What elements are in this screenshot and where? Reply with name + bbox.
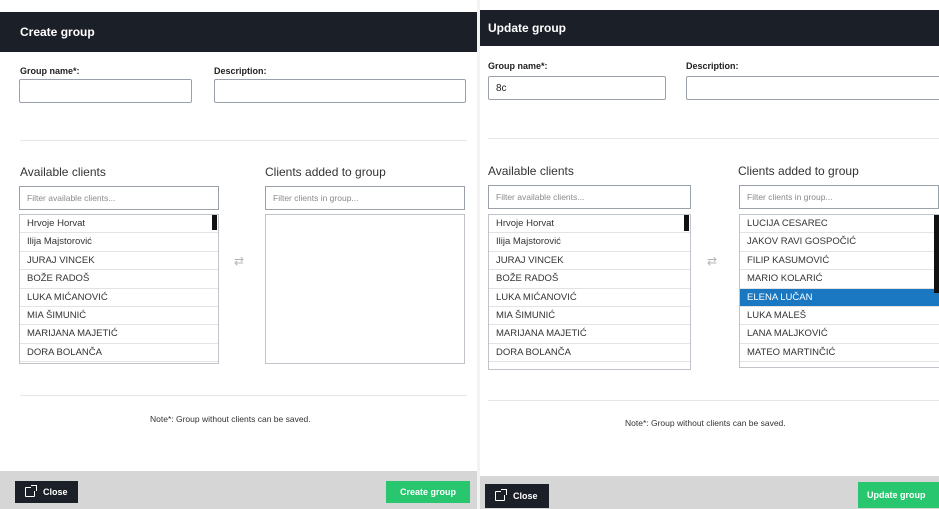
added-clients-title: Clients added to group	[265, 165, 386, 179]
description-label: Description:	[686, 61, 739, 71]
list-item[interactable]: Hrvoje Horvat	[20, 215, 218, 234]
list-item[interactable]: MARIJANA MAJETIĆ	[489, 325, 690, 344]
close-button-label: Close	[513, 491, 538, 501]
scrollbar-thumb[interactable]	[684, 215, 689, 231]
scrollbar-thumb[interactable]	[212, 215, 217, 230]
list-item[interactable]: Ilija Majstorović	[20, 233, 218, 252]
dialog-title: Create group	[20, 25, 95, 39]
group-name-input[interactable]	[19, 79, 192, 103]
list-item[interactable]: LANA MALJKOVIĆ	[740, 325, 939, 344]
available-filter-input[interactable]: Filter available clients...	[488, 185, 691, 209]
list-item[interactable]: JURAJ VINCEK	[489, 252, 690, 271]
swap-arrows-icon: ⇄	[707, 254, 718, 268]
list-item[interactable]: LUKA MIĆANOVIĆ	[489, 289, 690, 307]
group-name-label: Group name*:	[20, 66, 80, 76]
update-group-button-label: Update group	[867, 490, 926, 500]
list-item[interactable]: MARIO KOLARIĆ	[740, 270, 939, 289]
list-item[interactable]: Hrvoje Horvat	[489, 215, 690, 234]
added-clients-list[interactable]: LUCIJA CESAREC JAKOV RAVI GOSPOČIĆ FILIP K…	[739, 214, 939, 368]
list-item[interactable]: DORA BOLANČA	[489, 344, 690, 363]
close-button[interactable]: Close	[485, 484, 549, 508]
list-item[interactable]: MIA ŠIMUNIĆ	[20, 307, 218, 326]
list-item[interactable]: DORA BOLANČA	[20, 344, 218, 363]
added-clients-list[interactable]	[265, 214, 465, 364]
available-clients-list[interactable]: Hrvoje Horvat Ilija Majstorović JURAJ VINC…	[488, 214, 691, 370]
close-button-label: Close	[43, 487, 68, 497]
external-link-icon	[495, 489, 507, 501]
available-filter-input[interactable]: Filter available clients...	[19, 186, 219, 210]
added-clients-title: Clients added to group	[738, 164, 859, 178]
list-item[interactable]: BOŽE RADOŠ	[489, 270, 690, 289]
dialog-header: Update group	[480, 10, 939, 46]
list-item[interactable]: MATEO MARTINČIĆ	[740, 344, 939, 363]
create-group-button-label: Create group	[399, 487, 456, 497]
available-clients-title: Available clients	[20, 165, 106, 179]
external-link-icon	[25, 485, 37, 497]
create-group-button[interactable]: Create group	[386, 481, 470, 503]
dialog-header: Create group	[0, 12, 477, 52]
swap-arrows-icon: ⇄	[234, 254, 245, 268]
available-clients-title: Available clients	[488, 164, 574, 178]
list-item[interactable]: ELENA LUČAN	[740, 288, 939, 307]
list-item[interactable]: LUKA MALEŠ	[740, 307, 939, 326]
group-name-label: Group name*:	[488, 61, 548, 71]
list-item[interactable]: JAKOV RAVI GOSPOČIĆ	[740, 233, 939, 252]
added-filter-input[interactable]: Filter clients in group...	[739, 185, 939, 209]
close-button[interactable]: Close	[15, 481, 78, 503]
create-group-dialog: Create group Group name*: Description: A…	[0, 0, 477, 509]
list-item[interactable]: MIA ŠIMUNIĆ	[489, 307, 690, 326]
list-item[interactable]: LUCIJA CESAREC	[740, 215, 939, 234]
list-item[interactable]: BOŽE RADOŠ	[20, 270, 218, 289]
description-label: Description:	[214, 66, 267, 76]
divider	[488, 400, 939, 401]
note-text: Note*: Group without clients can be save…	[625, 418, 786, 428]
divider	[488, 138, 939, 139]
divider	[20, 140, 467, 141]
available-clients-list[interactable]: Hrvoje Horvat Ilija Majstorović JURAJ VINC…	[19, 214, 219, 364]
list-item[interactable]: JURAJ VINCEK	[20, 252, 218, 271]
list-item[interactable]: LUKA MIĆANOVIĆ	[20, 289, 218, 307]
description-input[interactable]	[214, 79, 466, 103]
added-filter-input[interactable]: Filter clients in group...	[265, 186, 465, 210]
list-item[interactable]: MARIJANA MAJETIĆ	[20, 325, 218, 344]
description-input[interactable]	[686, 76, 939, 100]
update-group-button[interactable]: Update group	[858, 482, 939, 508]
list-item[interactable]: FILIP KASUMOVIĆ	[740, 252, 939, 271]
group-name-input[interactable]: 8c	[488, 76, 666, 100]
divider	[20, 395, 467, 396]
list-item[interactable]: Ilija Majstorović	[489, 233, 690, 252]
note-text: Note*: Group without clients can be save…	[150, 414, 311, 424]
scrollbar-thumb[interactable]	[934, 215, 939, 293]
dialog-title: Update group	[488, 21, 566, 35]
update-group-dialog: Update group Group name*: 8c Description…	[480, 0, 939, 509]
